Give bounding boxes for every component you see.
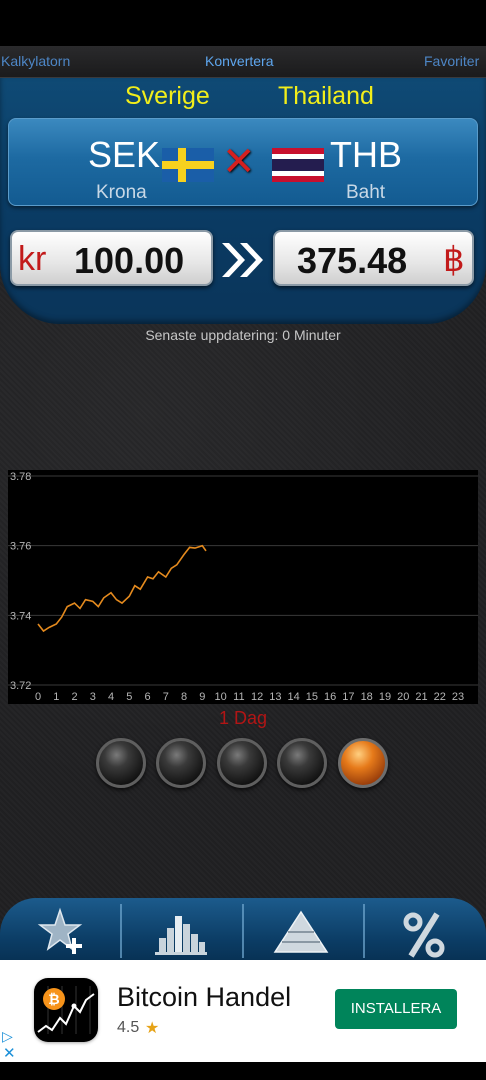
percent-icon — [403, 912, 445, 958]
x-tick-label: 22 — [434, 691, 446, 703]
x-tick-label: 16 — [324, 691, 336, 703]
x-tick-label: 8 — [181, 691, 187, 703]
chart-period-label: 1 Dag — [218, 708, 268, 728]
to-currency-code[interactable]: THB — [330, 134, 402, 176]
y-tick-label: 3.78 — [10, 471, 31, 483]
x-tick-label: 13 — [269, 691, 281, 703]
ad-close-icon[interactable]: ✕ — [3, 1044, 16, 1062]
x-tick-label: 2 — [71, 691, 77, 703]
from-amount-field[interactable]: kr 100.00 — [10, 230, 213, 286]
to-currency-name: Baht — [346, 182, 386, 203]
from-country[interactable]: Sverige — [125, 82, 210, 111]
x-tick-label: 7 — [163, 691, 169, 703]
percent-button[interactable] — [365, 898, 486, 960]
range-button-4[interactable] — [277, 738, 327, 788]
to-amount-value: 375.48 — [297, 240, 408, 281]
tab-favoriter[interactable]: Favoriter — [424, 53, 479, 69]
tab-konvertera[interactable]: Konvertera — [205, 53, 273, 69]
x-tick-label: 17 — [342, 691, 354, 703]
ad-rating: 4.5 — [117, 1019, 140, 1036]
x-tick-label: 20 — [397, 691, 409, 703]
x-tick-label: 1 — [53, 691, 59, 703]
x-tick-label: 10 — [214, 691, 226, 703]
sweden-flag-icon[interactable] — [162, 148, 214, 182]
range-button-2[interactable] — [156, 738, 206, 788]
y-tick-label: 3.72 — [10, 680, 31, 692]
add-favorite-button[interactable] — [0, 898, 121, 960]
x-tick-label: 12 — [251, 691, 263, 703]
bitcoin-app-icon[interactable]: ₿ — [34, 978, 98, 1042]
star-icon: ★ — [145, 1020, 160, 1037]
to-currency-symbol: ฿ — [443, 241, 465, 279]
bar-chart-icon — [155, 916, 207, 955]
rate-chart: 3.72 3.74 3.76 3.78 0 1 2 3 4 5 6 7 8 9 10 11 12 13 14 15 16… — [8, 470, 478, 704]
range-button-3[interactable] — [217, 738, 267, 788]
from-currency-symbol: kr — [18, 240, 47, 278]
swap-currencies-icon[interactable]: ✕ — [222, 142, 256, 182]
chart-background — [8, 470, 478, 704]
x-tick-label: 3 — [90, 691, 96, 703]
x-tick-label: 21 — [415, 691, 427, 703]
top-tab-bar: Kalkylatorn Konvertera Favoriter — [0, 46, 486, 78]
x-tick-label: 19 — [379, 691, 391, 703]
range-button-1[interactable] — [96, 738, 146, 788]
range-button-5[interactable] — [338, 738, 388, 788]
y-tick-label: 3.76 — [10, 541, 31, 553]
chart-button[interactable] — [121, 898, 242, 960]
status-bar — [0, 0, 486, 46]
pyramid-icon — [273, 910, 329, 953]
to-amount-field[interactable]: 375.48 ฿ — [273, 230, 474, 286]
to-country[interactable]: Thailand — [278, 82, 374, 111]
from-currency-name: Krona — [96, 182, 147, 203]
x-tick-label: 14 — [288, 691, 300, 703]
ad-title[interactable]: Bitcoin Handel — [117, 982, 291, 1013]
from-amount-value: 100.00 — [74, 240, 185, 281]
x-tick-label: 5 — [126, 691, 132, 703]
x-tick-label: 11 — [233, 691, 244, 703]
rate-chart-svg: 3.723.743.763.780 1 2 3 4 5 6 7 8 9 10 11 12 13 14 15 16… — [8, 470, 478, 704]
pyramid-button[interactable] — [243, 898, 364, 960]
x-tick-label: 6 — [145, 691, 151, 703]
system-nav-bar — [0, 1062, 486, 1080]
tab-kalkylatorn[interactable]: Kalkylatorn — [1, 53, 70, 69]
x-tick-label: 18 — [361, 691, 373, 703]
from-currency-code[interactable]: SEK — [88, 134, 160, 176]
y-tick-label: 3.74 — [10, 610, 31, 622]
convert-arrows-icon — [222, 243, 263, 277]
x-tick-label: 23 — [452, 691, 464, 703]
thailand-flag-icon[interactable] — [272, 148, 324, 182]
add-favorite-icon — [37, 907, 83, 954]
x-tick-label: 0 — [35, 691, 41, 703]
x-tick-label: 4 — [108, 691, 114, 703]
x-tick-label: 15 — [306, 691, 318, 703]
ad-choices-icon[interactable]: ▷ — [2, 1028, 13, 1045]
x-tick-label: 9 — [199, 691, 205, 703]
last-update-text: Senaste uppdatering: 0 Minuter — [145, 327, 341, 343]
install-button[interactable]: INSTALLERA — [335, 989, 457, 1029]
svg-text:₿: ₿ — [48, 992, 59, 1008]
